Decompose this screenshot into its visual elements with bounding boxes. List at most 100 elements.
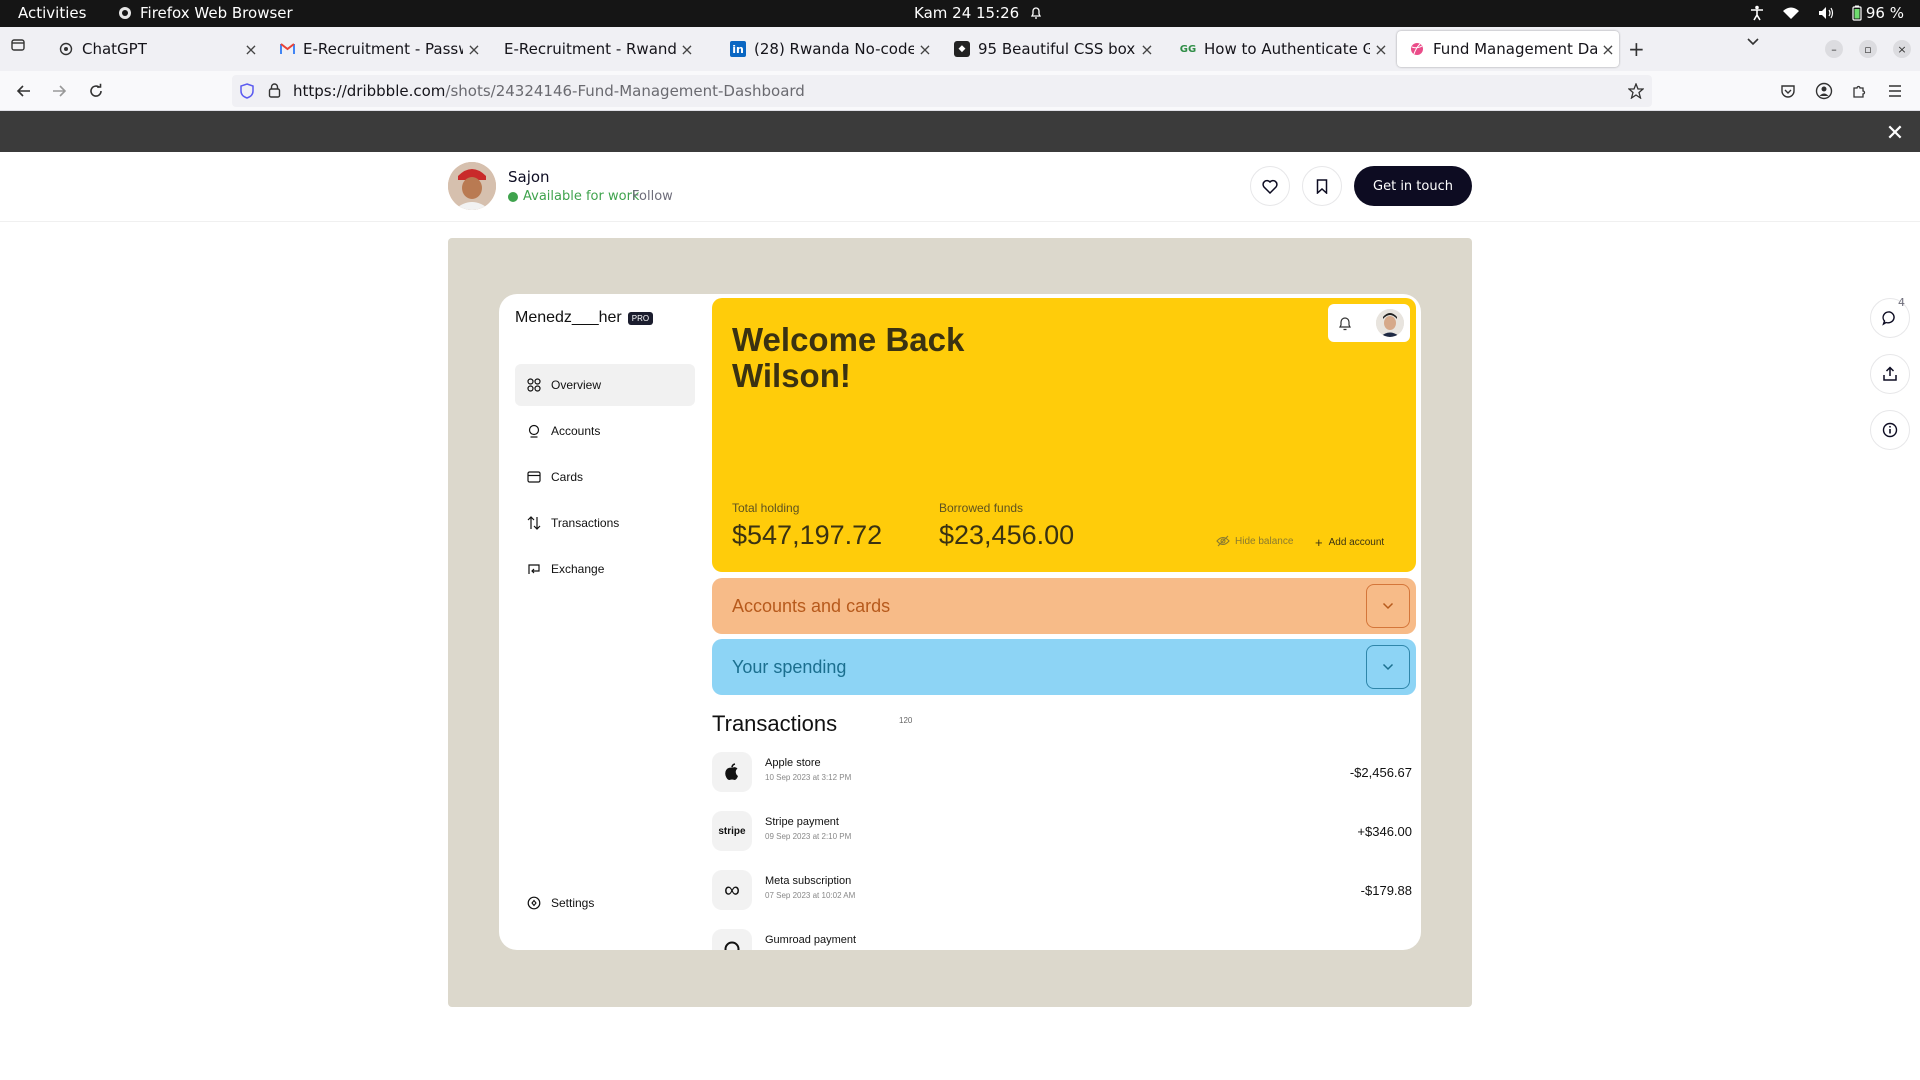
close-tab-icon[interactable]: × — [914, 40, 936, 59]
meta-icon: ∞ — [712, 870, 752, 910]
tab-css-box-shadow[interactable]: ◆ 95 Beautiful CSS box-sha × — [942, 31, 1158, 67]
firefox-icon — [119, 7, 131, 19]
menu-item-label: Cards — [551, 470, 584, 484]
pocket-button[interactable] — [1776, 79, 1800, 103]
tab-title: How to Authenticate Git — [1204, 40, 1370, 58]
forward-arrow-icon — [53, 85, 67, 97]
close-tab-icon[interactable]: × — [1597, 40, 1619, 59]
eye-off-icon — [1216, 535, 1230, 547]
clock-text: Kam 24 15:26 — [914, 4, 1020, 22]
tracking-shield-icon[interactable] — [240, 83, 254, 99]
navigation-bar: https://dribbble.com/shots/24324146-Fund… — [0, 71, 1920, 111]
app-menu[interactable]: Firefox Web Browser — [118, 4, 293, 22]
list-all-tabs-button[interactable] — [1746, 37, 1760, 47]
availability-text: Available for work — [523, 189, 640, 204]
menu-item-cards: Cards — [515, 456, 695, 498]
designer-name[interactable]: Sajon — [508, 168, 550, 186]
tab-title: E-Recruitment - Rwanda Rec — [504, 40, 676, 58]
tab-e-recruitment-rwanda[interactable]: E-Recruitment - Rwanda Rec × — [490, 31, 698, 67]
plus-icon: + — [1628, 37, 1645, 61]
welcome-card: Welcome Back Wilson! Total holding $547,… — [712, 298, 1416, 572]
close-window-button[interactable]: × — [1893, 40, 1911, 58]
tab-linkedin[interactable]: in (28) Rwanda No-code/Lo × — [718, 31, 936, 67]
chevron-down-icon — [1747, 38, 1759, 46]
menu-item-label: Accounts — [551, 424, 601, 438]
tab-title: 95 Beautiful CSS box-sha — [978, 40, 1136, 58]
close-tab-icon[interactable]: × — [676, 40, 698, 59]
tab-fund-management[interactable]: Fund Management Dashb × — [1397, 31, 1619, 67]
new-tab-button[interactable]: + — [1628, 37, 1645, 61]
transaction-row: Gumroad payment — [712, 927, 1412, 950]
activities-button[interactable]: Activities — [18, 4, 86, 22]
designer-avatar[interactable] — [448, 162, 496, 210]
volume-icon — [1818, 7, 1833, 19]
user-avatar — [1376, 309, 1404, 337]
get-in-touch-button[interactable]: Get in touch — [1354, 166, 1472, 206]
minimize-button[interactable]: – — [1825, 40, 1843, 58]
comment-icon — [1882, 311, 1895, 326]
back-arrow-icon — [16, 85, 30, 97]
notification-bell-icon — [1339, 316, 1351, 330]
system-tray[interactable]: 96 % — [1750, 4, 1904, 22]
share-button[interactable] — [1870, 354, 1910, 394]
close-tab-icon[interactable]: × — [1136, 40, 1158, 59]
close-tab-icon[interactable]: × — [463, 40, 485, 59]
bookmark-star-icon[interactable] — [1628, 83, 1644, 99]
dashboard-sidebar: Overview Accounts Cards Transactions Exc… — [515, 364, 695, 594]
dribbble-icon — [1409, 41, 1425, 57]
lock-icon[interactable] — [268, 83, 281, 98]
plus-icon: + — [1315, 535, 1323, 550]
close-tab-icon[interactable]: × — [1370, 40, 1392, 59]
menu-item-label: Transactions — [551, 516, 620, 530]
status-dot — [508, 191, 518, 202]
your-spending-label: Your spending — [732, 657, 847, 677]
overlay-backdrop[interactable] — [0, 111, 1920, 152]
gfg-icon: GG — [1179, 43, 1197, 55]
tab-list-button[interactable] — [10, 37, 26, 53]
transaction-name: Apple store — [765, 757, 821, 769]
back-button[interactable] — [12, 79, 36, 103]
codepen-icon: ◆ — [954, 41, 970, 57]
menu-item-accounts: Accounts — [515, 410, 695, 452]
like-button[interactable] — [1250, 166, 1290, 206]
reload-button[interactable] — [84, 79, 108, 103]
close-shot-button[interactable]: ✕ — [1882, 120, 1908, 146]
clock[interactable]: Kam 24 15:26 — [914, 4, 1043, 22]
accounts-and-cards-label: Accounts and cards — [732, 596, 891, 616]
transaction-date: 10 Sep 2023 at 3:12 PM — [765, 773, 852, 782]
tab-chatgpt[interactable]: ChatGPT × — [46, 31, 262, 67]
info-icon — [1882, 422, 1898, 438]
welcome-heading: Welcome Back Wilson! — [732, 321, 965, 394]
accessibility-icon — [1750, 5, 1763, 21]
tab-authenticate-git[interactable]: GG How to Authenticate Git × — [1168, 31, 1392, 67]
tab-e-recruitment-password[interactable]: E-Recruitment - Password × — [267, 31, 485, 67]
transaction-date: 07 Sep 2023 at 10:02 AM — [765, 891, 856, 900]
maximize-icon: ▫ — [1864, 42, 1872, 56]
address-bar[interactable]: https://dribbble.com/shots/24324146-Fund… — [232, 75, 1652, 107]
stripe-icon: stripe — [712, 811, 752, 851]
transaction-amount: +$346.00 — [1357, 824, 1412, 839]
user-widget — [1328, 304, 1410, 342]
settings-label: Settings — [551, 896, 595, 910]
follow-link[interactable]: Follow — [632, 189, 673, 204]
battery-indicator: 96 % — [1852, 4, 1904, 22]
save-button[interactable] — [1302, 166, 1342, 206]
close-tab-icon[interactable]: × — [240, 40, 262, 59]
settings-icon — [527, 896, 541, 910]
details-button[interactable] — [1870, 410, 1910, 450]
tab-list-icon — [11, 39, 25, 51]
transactions-count: 120 — [899, 716, 913, 725]
forward-button[interactable] — [47, 79, 71, 103]
your-spending-panel: Your spending — [712, 639, 1416, 695]
transaction-date: 09 Sep 2023 at 2:10 PM — [765, 832, 852, 841]
account-button[interactable] — [1812, 79, 1836, 103]
transaction-amount: -$2,456.67 — [1349, 765, 1412, 780]
app-menu-button[interactable] — [1883, 79, 1907, 103]
maximize-button[interactable]: ▫ — [1859, 40, 1877, 58]
puzzle-icon — [1853, 85, 1866, 98]
hide-balance-label: Hide balance — [1235, 535, 1294, 547]
menu-item-transactions: Transactions — [515, 502, 695, 544]
linkedin-icon: in — [730, 41, 746, 57]
extensions-button[interactable] — [1847, 79, 1871, 103]
transaction-row: Apple store 10 Sep 2023 at 3:12 PM -$2,4… — [712, 750, 1412, 794]
